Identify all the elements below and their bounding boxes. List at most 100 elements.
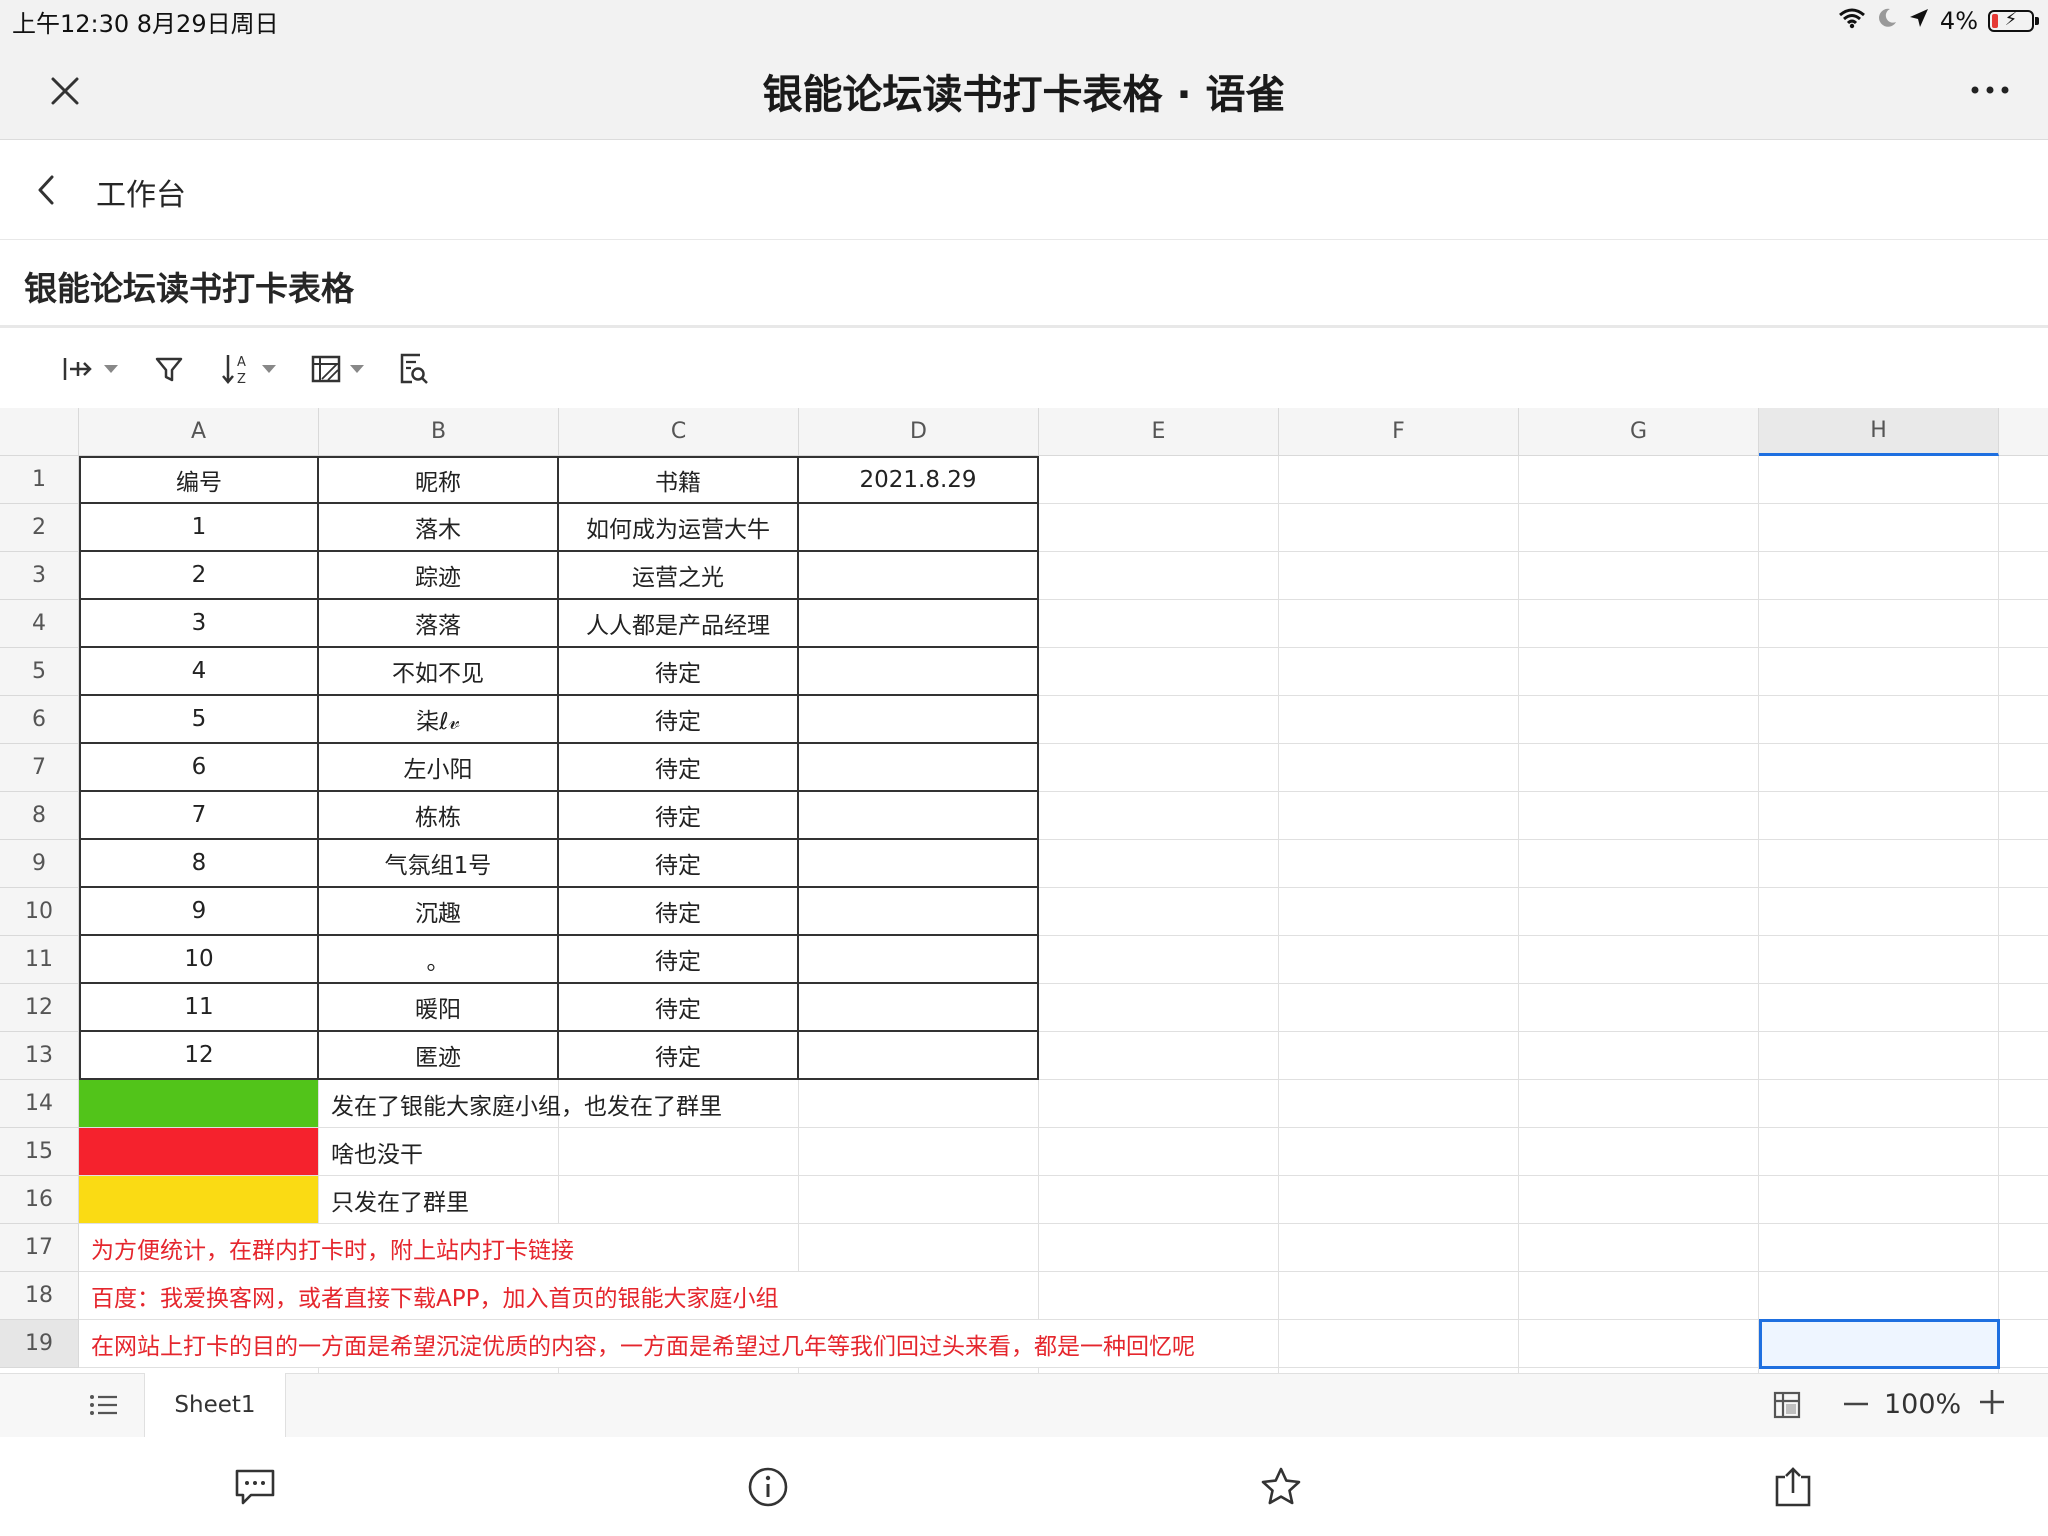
cell-b6[interactable]: 柒ℓ𝓋 bbox=[319, 696, 559, 744]
cell-d11[interactable] bbox=[799, 936, 1039, 984]
cell-c10[interactable]: 待定 bbox=[559, 888, 799, 936]
empty-cell[interactable] bbox=[1759, 600, 1999, 648]
empty-cell[interactable] bbox=[1519, 936, 1759, 984]
cell-b8[interactable]: 栋栋 bbox=[319, 792, 559, 840]
empty-cell[interactable] bbox=[1999, 456, 2048, 504]
empty-cell[interactable] bbox=[1759, 1176, 1999, 1224]
empty-cell[interactable] bbox=[1279, 648, 1519, 696]
empty-cell[interactable] bbox=[799, 1080, 1039, 1128]
empty-cell[interactable] bbox=[1519, 552, 1759, 600]
cell-a10[interactable]: 9 bbox=[79, 888, 319, 936]
cell-a7[interactable]: 6 bbox=[79, 744, 319, 792]
row-header-5[interactable]: 5 bbox=[0, 648, 79, 696]
empty-cell[interactable] bbox=[1279, 936, 1519, 984]
find-button[interactable] bbox=[398, 348, 430, 390]
empty-cell[interactable] bbox=[1999, 648, 2048, 696]
empty-cell[interactable] bbox=[1519, 456, 1759, 504]
empty-cell[interactable] bbox=[1999, 1176, 2048, 1224]
freeze-panes-button[interactable] bbox=[1770, 1388, 1804, 1422]
empty-cell[interactable] bbox=[1999, 1128, 2048, 1176]
cell-b1[interactable]: 昵称 bbox=[319, 456, 559, 504]
empty-cell[interactable] bbox=[1519, 1032, 1759, 1080]
share-button[interactable] bbox=[1768, 1462, 1818, 1512]
note-text-18[interactable]: 百度：我爱换客网，或者直接下载APP，加入首页的银能大家庭小组 bbox=[79, 1272, 1039, 1320]
column-header-b[interactable]: B bbox=[319, 408, 559, 456]
empty-cell[interactable] bbox=[799, 1224, 1039, 1272]
spreadsheet-grid[interactable]: A B C D E F G H 1 2 3 4 5 6 7 8 9 10 11 12 13 14 15 16 17 18 19 编号昵… bbox=[0, 408, 2048, 1373]
empty-cell[interactable] bbox=[1759, 936, 1999, 984]
empty-cell[interactable] bbox=[1519, 696, 1759, 744]
empty-cell[interactable] bbox=[1279, 600, 1519, 648]
cell-d9[interactable] bbox=[799, 840, 1039, 888]
empty-cell[interactable] bbox=[1039, 504, 1279, 552]
empty-cell[interactable] bbox=[1999, 1224, 2048, 1272]
row-header-18[interactable]: 18 bbox=[0, 1272, 79, 1320]
column-header-h[interactable]: H bbox=[1759, 408, 1999, 456]
column-header-c[interactable]: C bbox=[559, 408, 799, 456]
empty-cell[interactable] bbox=[559, 1128, 799, 1176]
cell-c2[interactable]: 如何成为运营大牛 bbox=[559, 504, 799, 552]
cell-a6[interactable]: 5 bbox=[79, 696, 319, 744]
empty-cell[interactable] bbox=[1279, 696, 1519, 744]
favorite-button[interactable] bbox=[1256, 1462, 1306, 1512]
cell-c4[interactable]: 人人都是产品经理 bbox=[559, 600, 799, 648]
cell-b4[interactable]: 落落 bbox=[319, 600, 559, 648]
empty-cell[interactable] bbox=[1039, 840, 1279, 888]
cell-b3[interactable]: 踪迹 bbox=[319, 552, 559, 600]
empty-cell[interactable] bbox=[1039, 1272, 1279, 1320]
select-all-corner[interactable] bbox=[0, 408, 79, 456]
empty-cell[interactable] bbox=[1519, 648, 1759, 696]
cell-c13[interactable]: 待定 bbox=[559, 1032, 799, 1080]
empty-cell[interactable] bbox=[1999, 696, 2048, 744]
row-header-13[interactable]: 13 bbox=[0, 1032, 79, 1080]
empty-cell[interactable] bbox=[1999, 504, 2048, 552]
empty-cell[interactable] bbox=[1519, 840, 1759, 888]
column-header-e[interactable]: E bbox=[1039, 408, 1279, 456]
empty-cell[interactable] bbox=[1519, 1272, 1759, 1320]
cell-d7[interactable] bbox=[799, 744, 1039, 792]
legend-swatch-15[interactable] bbox=[79, 1128, 319, 1176]
cell-b11[interactable]: 。 bbox=[319, 936, 559, 984]
empty-cell[interactable] bbox=[1519, 1176, 1759, 1224]
empty-cell[interactable] bbox=[1999, 984, 2048, 1032]
cell-b7[interactable]: 左小阳 bbox=[319, 744, 559, 792]
empty-cell[interactable] bbox=[1999, 1080, 2048, 1128]
column-header-extra[interactable] bbox=[1999, 408, 2048, 456]
empty-cell[interactable] bbox=[1519, 984, 1759, 1032]
empty-cell[interactable] bbox=[1519, 504, 1759, 552]
empty-cell[interactable] bbox=[1519, 744, 1759, 792]
empty-cell[interactable] bbox=[1039, 600, 1279, 648]
empty-cell[interactable] bbox=[1279, 1272, 1519, 1320]
empty-cell[interactable] bbox=[1039, 936, 1279, 984]
cell-d2[interactable] bbox=[799, 504, 1039, 552]
empty-cell[interactable] bbox=[1999, 1032, 2048, 1080]
row-header-16[interactable]: 16 bbox=[0, 1176, 79, 1224]
empty-cell[interactable] bbox=[1999, 1320, 2048, 1368]
cell-c5[interactable]: 待定 bbox=[559, 648, 799, 696]
column-header-f[interactable]: F bbox=[1279, 408, 1519, 456]
cell-b10[interactable]: 沉趣 bbox=[319, 888, 559, 936]
legend-text-15[interactable]: 啥也没干 bbox=[319, 1128, 559, 1176]
empty-cell[interactable] bbox=[1519, 1320, 1759, 1368]
cell-c11[interactable]: 待定 bbox=[559, 936, 799, 984]
empty-cell[interactable] bbox=[1999, 552, 2048, 600]
empty-cell[interactable] bbox=[1759, 792, 1999, 840]
empty-cell[interactable] bbox=[1759, 504, 1999, 552]
empty-cell[interactable] bbox=[1039, 696, 1279, 744]
empty-cell[interactable] bbox=[1999, 936, 2048, 984]
info-button[interactable] bbox=[743, 1462, 793, 1512]
legend-swatch-16[interactable] bbox=[79, 1176, 319, 1224]
empty-cell[interactable] bbox=[1999, 600, 2048, 648]
empty-cell[interactable] bbox=[1999, 840, 2048, 888]
selected-cell-h19[interactable] bbox=[1759, 1319, 2000, 1369]
empty-cell[interactable] bbox=[1519, 1080, 1759, 1128]
empty-cell[interactable] bbox=[1279, 1176, 1519, 1224]
cell-b13[interactable]: 匿迹 bbox=[319, 1032, 559, 1080]
empty-cell[interactable] bbox=[1279, 984, 1519, 1032]
row-header-3[interactable]: 3 bbox=[0, 552, 79, 600]
cell-c6[interactable]: 待定 bbox=[559, 696, 799, 744]
cell-d1[interactable]: 2021.8.29 bbox=[799, 456, 1039, 504]
empty-cell[interactable] bbox=[1999, 888, 2048, 936]
row-header-12[interactable]: 12 bbox=[0, 984, 79, 1032]
cell-c7[interactable]: 待定 bbox=[559, 744, 799, 792]
